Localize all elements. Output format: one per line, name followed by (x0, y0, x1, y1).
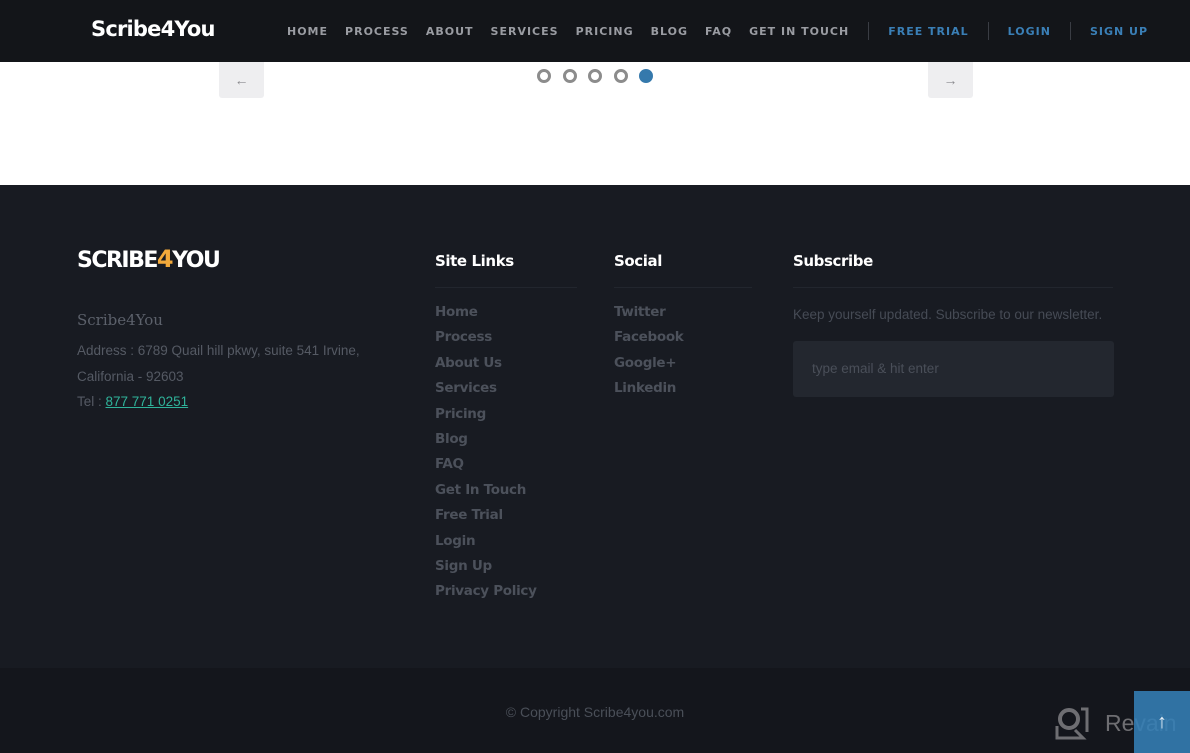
testimonial-carousel: ← → (0, 62, 1190, 185)
social-column: Social Twitter Facebook Google+ Linkedin (614, 252, 752, 406)
nav-divider (868, 22, 870, 40)
site-links-column: Site Links Home Process About Us Service… (435, 252, 577, 609)
nav-free-trial[interactable]: FREE TRIAL (888, 25, 968, 38)
footer-link-sign-up[interactable]: Sign Up (435, 558, 492, 574)
phone-link[interactable]: 877 771 0251 (106, 394, 189, 409)
social-links-list: Twitter Facebook Google+ Linkedin (614, 304, 752, 406)
nav-blog[interactable]: BLOG (651, 25, 688, 38)
nav-login[interactable]: LOGIN (1008, 25, 1051, 38)
divider (793, 287, 1113, 288)
footer-link-faq[interactable]: FAQ (435, 456, 464, 472)
subscribe-heading: Subscribe (793, 252, 873, 270)
copyright-bar: © Copyright Scribe4you.com (0, 668, 1190, 753)
social-link-linkedin[interactable]: Linkedin (614, 380, 676, 396)
top-navbar: Scribe4You HOME PROCESS ABOUT SERVICES P… (0, 0, 1190, 62)
arrow-up-icon: ↑ (1157, 710, 1167, 733)
nav-about[interactable]: ABOUT (426, 25, 474, 38)
nav-pricing[interactable]: PRICING (576, 25, 634, 38)
social-link-facebook[interactable]: Facebook (614, 329, 684, 345)
brand-logo[interactable]: Scribe4You (91, 17, 215, 41)
nav-get-in-touch[interactable]: GET IN TOUCH (749, 25, 849, 38)
footer-link-process[interactable]: Process (435, 329, 492, 345)
newsletter-email-input[interactable] (793, 340, 1114, 397)
carousel-dot-3[interactable] (588, 69, 602, 83)
carousel-pagination (537, 69, 653, 83)
divider (435, 287, 577, 288)
footer-link-blog[interactable]: Blog (435, 431, 468, 447)
revain-logo-icon (1055, 707, 1089, 740)
subscribe-description: Keep yourself updated. Subscribe to our … (793, 307, 1103, 322)
carousel-dot-4[interactable] (613, 69, 628, 83)
nav-faq[interactable]: FAQ (705, 25, 732, 38)
footer-link-about-us[interactable]: About Us (435, 355, 502, 371)
social-heading: Social (614, 252, 663, 270)
subscribe-column: Subscribe Keep yourself updated. Subscri… (793, 252, 1114, 397)
carousel-prev-button[interactable]: ← (219, 62, 264, 98)
carousel-next-button[interactable]: → (928, 62, 973, 98)
footer-link-services[interactable]: Services (435, 380, 497, 396)
site-footer: SCRIBE4YOU Scribe4You Address : 6789 Qua… (0, 185, 1190, 668)
main-nav: HOME PROCESS ABOUT SERVICES PRICING BLOG… (287, 0, 1148, 62)
nav-process[interactable]: PROCESS (345, 25, 409, 38)
site-links-heading: Site Links (435, 252, 514, 270)
footer-link-pricing[interactable]: Pricing (435, 406, 486, 422)
tel-label: Tel : (77, 394, 106, 409)
copyright-text: © Copyright Scribe4you.com (505, 704, 685, 720)
nav-divider (987, 22, 989, 40)
carousel-dot-5-active[interactable] (639, 69, 653, 83)
footer-link-get-in-touch[interactable]: Get In Touch (435, 482, 526, 498)
carousel-dot-2[interactable] (562, 69, 577, 83)
company-name: Scribe4You (77, 311, 163, 329)
logo-text-you: YOU (172, 248, 221, 273)
carousel-dot-1[interactable] (537, 69, 551, 83)
site-links-list: Home Process About Us Services Pricing B… (435, 304, 577, 609)
nav-home[interactable]: HOME (287, 25, 328, 38)
footer-logo[interactable]: SCRIBE4YOU (77, 245, 221, 273)
nav-divider (1069, 22, 1071, 40)
social-link-twitter[interactable]: Twitter (614, 304, 666, 320)
nav-services[interactable]: SERVICES (491, 25, 559, 38)
footer-link-login[interactable]: Login (435, 533, 476, 549)
divider (614, 287, 752, 288)
scroll-to-top-button[interactable]: ↑ (1134, 691, 1190, 753)
footer-link-free-trial[interactable]: Free Trial (435, 507, 503, 523)
footer-link-privacy-policy[interactable]: Privacy Policy (435, 583, 537, 599)
company-address: Address : 6789 Quail hill pkwy, suite 54… (77, 338, 397, 415)
social-link-google-plus[interactable]: Google+ (614, 355, 677, 371)
footer-link-home[interactable]: Home (435, 304, 478, 320)
arrow-right-icon: → (943, 72, 958, 88)
logo-text-scribe: SCRIBE (77, 248, 158, 273)
arrow-left-icon: ← (234, 72, 249, 88)
address-text: Address : 6789 Quail hill pkwy, suite 54… (77, 343, 360, 384)
logo-text-4: 4 (156, 245, 174, 273)
nav-sign-up[interactable]: SIGN UP (1090, 25, 1148, 38)
